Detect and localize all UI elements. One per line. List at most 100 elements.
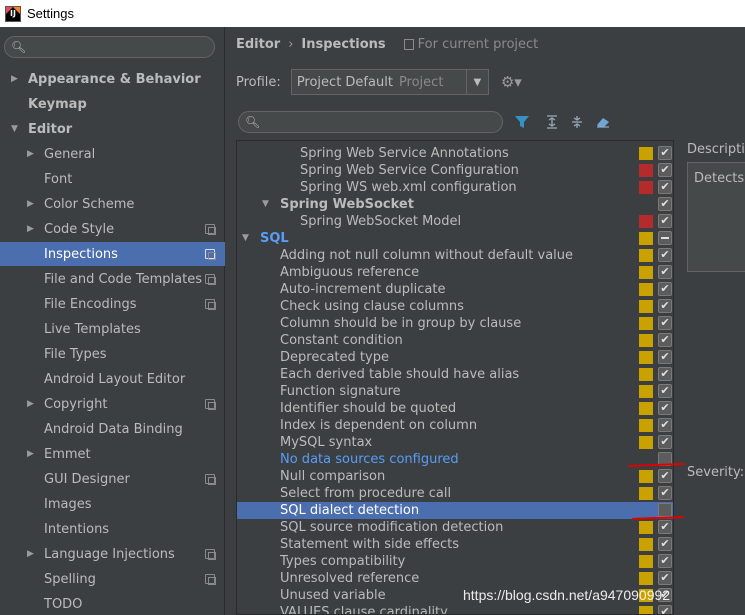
inspection-enabled-checkbox[interactable]: ✔ [658,571,672,585]
inspection-enabled-checkbox[interactable]: ✔ [658,418,672,432]
sidebar-item-language-injections[interactable]: ▶ Language Injections [0,542,225,566]
inspection-row[interactable]: Spring Web Service Annotations ✔ [237,145,673,162]
inspection-enabled-checkbox[interactable]: ✔ [658,299,672,313]
sidebar-item-android-layout-editor[interactable]: Android Layout Editor [0,367,225,391]
chevron-down-icon[interactable]: ▼ [465,70,488,94]
inspection-row[interactable]: Null comparison ✔ [237,468,673,485]
inspection-enabled-checkbox[interactable]: ✔ [658,350,672,364]
inspection-row[interactable]: Check using clause columns ✔ [237,298,673,315]
inspection-row[interactable]: VALUES clause cardinality ✔ [237,604,673,615]
inspection-enabled-checkbox[interactable]: ✔ [658,367,672,381]
expand-arrow-icon[interactable]: ▼ [11,124,18,134]
collapse-all-icon[interactable] [568,113,586,131]
inspection-enabled-checkbox[interactable]: ✔ [658,401,672,415]
inspection-enabled-checkbox[interactable]: ✔ [658,316,672,330]
inspection-enabled-checkbox[interactable]: ✔ [658,197,672,211]
inspection-enabled-checkbox[interactable]: ✔ [658,486,672,500]
inspection-enabled-checkbox[interactable]: ✔ [658,469,672,483]
sidebar-search-input[interactable]: 🔍︎ [4,36,215,58]
sidebar-item-keymap[interactable]: Keymap [0,92,225,116]
collapse-arrow-icon[interactable]: ▶ [27,149,34,159]
inspection-row[interactable]: Auto-increment duplicate ✔ [237,281,673,298]
expand-arrow-icon[interactable]: ▼ [262,196,269,213]
inspection-row[interactable]: Column should be in group by clause ✔ [237,315,673,332]
inspection-enabled-checkbox[interactable] [658,231,672,245]
inspection-enabled-checkbox[interactable]: ✔ [658,537,672,551]
inspection-search-input[interactable]: 🔍︎ [238,111,503,133]
expand-arrow-icon[interactable]: ▼ [242,230,249,247]
inspection-row[interactable]: Select from procedure call ✔ [237,485,673,502]
inspection-row[interactable]: Spring WebSocket Model ✔ [237,213,673,230]
inspection-enabled-checkbox[interactable]: ✔ [658,180,672,194]
inspection-row[interactable]: MySQL syntax ✔ [237,434,673,451]
inspection-row[interactable]: Unresolved reference ✔ [237,570,673,587]
inspection-row[interactable]: Ambiguous reference ✔ [237,264,673,281]
collapse-arrow-icon[interactable]: ▶ [27,224,34,234]
sidebar-item-label: Intentions [44,521,110,537]
inspection-enabled-checkbox[interactable]: ✔ [658,333,672,347]
expand-all-icon[interactable] [543,113,561,131]
inspection-label: VALUES clause cardinality [280,605,448,615]
sidebar-item-color-scheme[interactable]: ▶ Color Scheme [0,192,225,216]
filter-icon[interactable] [513,113,531,131]
inspection-enabled-checkbox[interactable]: ✔ [658,248,672,262]
sidebar-item-font[interactable]: Font [0,167,225,191]
sidebar-item-file-types[interactable]: File Types [0,342,225,366]
inspection-enabled-checkbox[interactable]: ✔ [658,520,672,534]
inspection-group-row[interactable]: ▼ Spring WebSocket ✔ [237,196,673,213]
collapse-arrow-icon[interactable]: ▶ [27,549,34,559]
sidebar-item-todo[interactable]: TODO [0,592,225,615]
sidebar-item-editor[interactable]: ▼ Editor [0,117,225,141]
collapse-arrow-icon[interactable]: ▶ [27,199,34,209]
sidebar-item-inspections[interactable]: Inspections [0,242,225,266]
collapse-arrow-icon[interactable]: ▶ [27,449,34,459]
inspection-enabled-checkbox[interactable]: ✔ [658,384,672,398]
sidebar-item-gui-designer[interactable]: GUI Designer [0,467,225,491]
inspection-enabled-checkbox[interactable]: ✔ [658,282,672,296]
sidebar-item-spelling[interactable]: Spelling [0,567,225,591]
inspection-row[interactable]: SQL dialect detection [237,502,673,519]
reset-icon[interactable] [594,113,612,131]
inspection-enabled-checkbox[interactable]: ✔ [658,163,672,177]
inspection-enabled-checkbox[interactable] [658,503,672,517]
inspection-enabled-checkbox[interactable]: ✔ [658,554,672,568]
search-icon: 🔍︎ [11,40,27,54]
sidebar-item-appearance-behavior[interactable]: ▶ Appearance & Behavior [0,67,225,91]
inspection-row[interactable]: Constant condition ✔ [237,332,673,349]
severity-swatch [639,368,653,381]
sidebar-item-android-data-binding[interactable]: Android Data Binding [0,417,225,441]
inspection-row[interactable]: Identifier should be quoted ✔ [237,400,673,417]
profile-select[interactable]: Project Default Project ▼ [290,69,489,95]
sidebar-item-file-encodings[interactable]: File Encodings [0,292,225,316]
inspection-row[interactable]: No data sources configured [237,451,673,468]
sidebar-item-file-and-code-templates[interactable]: File and Code Templates [0,267,225,291]
sidebar-item-emmet[interactable]: ▶ Emmet [0,442,225,466]
collapse-arrow-icon[interactable]: ▶ [27,399,34,409]
inspection-enabled-checkbox[interactable]: ✔ [658,605,672,614]
sidebar-item-copyright[interactable]: ▶ Copyright [0,392,225,416]
inspection-row[interactable]: Function signature ✔ [237,383,673,400]
inspection-row[interactable]: SQL source modification detection ✔ [237,519,673,536]
inspection-enabled-checkbox[interactable]: ✔ [658,265,672,279]
inspection-group-row[interactable]: ▼ SQL [237,230,673,247]
breadcrumb-editor[interactable]: Editor [236,37,280,52]
inspection-enabled-checkbox[interactable]: ✔ [658,214,672,228]
inspection-row[interactable]: Spring Web Service Configuration ✔ [237,162,673,179]
inspection-row[interactable]: Index is dependent on column ✔ [237,417,673,434]
inspection-row[interactable]: Types compatibility ✔ [237,553,673,570]
inspection-row[interactable]: Spring WS web.xml configuration ✔ [237,179,673,196]
inspection-row[interactable]: Adding not null column without default v… [237,247,673,264]
inspection-row[interactable]: Each derived table should have alias ✔ [237,366,673,383]
collapse-arrow-icon[interactable]: ▶ [11,74,18,84]
inspection-enabled-checkbox[interactable]: ✔ [658,146,672,160]
inspection-enabled-checkbox[interactable]: ✔ [658,435,672,449]
sidebar-item-label: Live Templates [44,321,141,337]
sidebar-item-images[interactable]: Images [0,492,225,516]
sidebar-item-intentions[interactable]: Intentions [0,517,225,541]
inspection-row[interactable]: Deprecated type ✔ [237,349,673,366]
sidebar-item-general[interactable]: ▶ General [0,142,225,166]
gear-icon[interactable]: ⚙▾ [501,73,522,91]
inspection-row[interactable]: Statement with side effects ✔ [237,536,673,553]
sidebar-item-live-templates[interactable]: Live Templates [0,317,225,341]
sidebar-item-code-style[interactable]: ▶ Code Style [0,217,225,241]
